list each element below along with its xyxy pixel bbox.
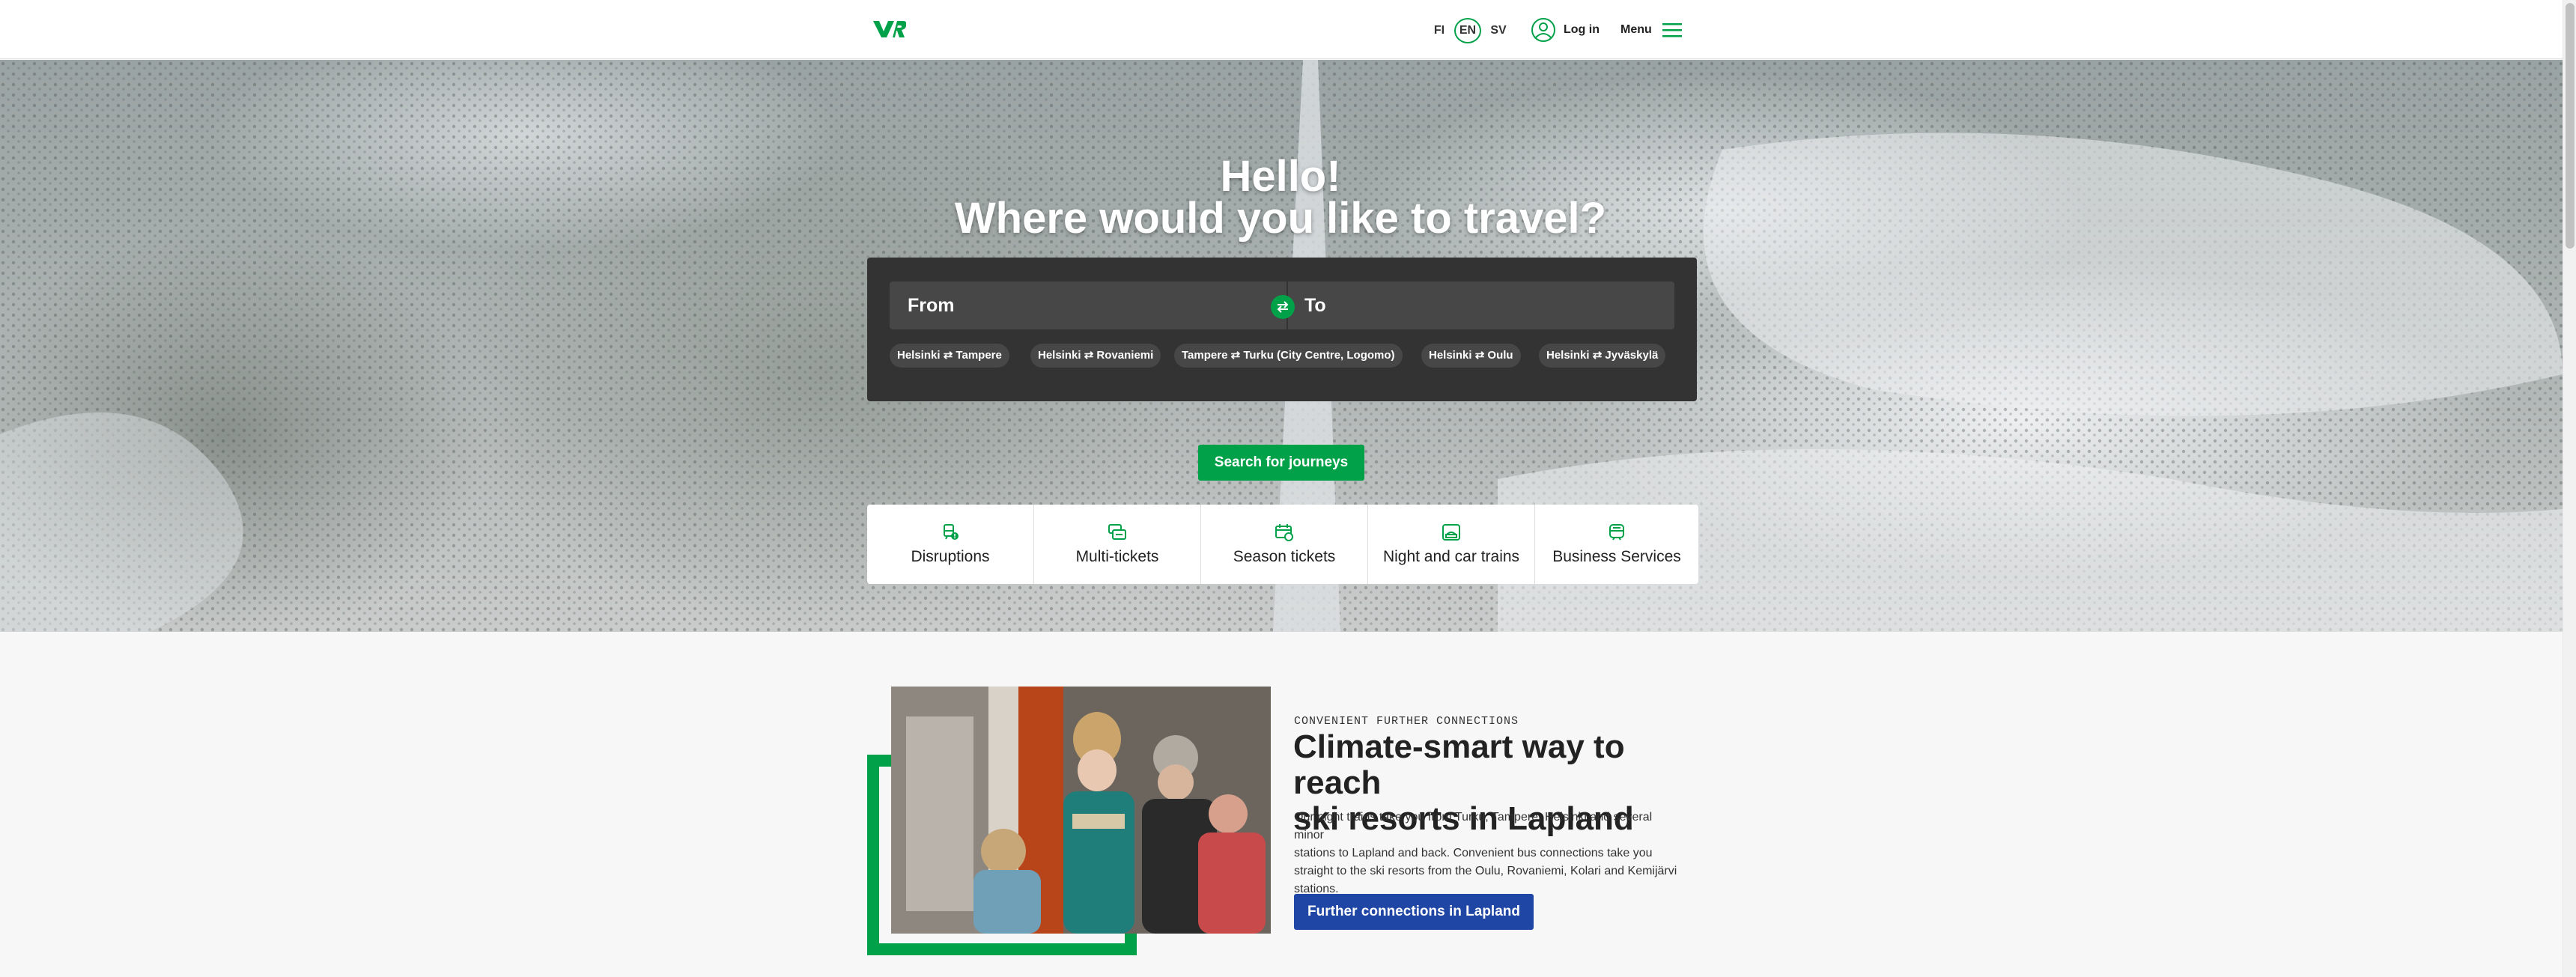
feature-section (0, 632, 2563, 977)
feature-eyebrow: CONVENIENT FURTHER CONNECTIONS (1294, 715, 1519, 728)
page-scrollbar[interactable] (2563, 0, 2576, 977)
language-sv[interactable]: SV (1489, 18, 1508, 43)
menu-button[interactable]: Menu (1620, 16, 1682, 43)
quick-link-business-services[interactable]: Business Services (1535, 505, 1698, 584)
quick-link-label: Season tickets (1233, 548, 1336, 565)
login-label: Log in (1564, 23, 1600, 36)
feature-body-line: Our night trains take you from Turku, Ta… (1294, 811, 1653, 841)
user-icon (1531, 18, 1555, 42)
multi-ticket-icon (1108, 524, 1126, 540)
route-chip[interactable]: Helsinki ⇄ Rovaniemi (1030, 344, 1161, 368)
vr-logo[interactable] (873, 19, 906, 39)
quick-link-disruptions[interactable]: Disruptions (867, 505, 1033, 584)
quick-link-season-tickets[interactable]: Season tickets (1201, 505, 1367, 584)
quick-link-night-car-trains[interactable]: Night and car trains (1368, 505, 1534, 584)
hamburger-icon (1662, 23, 1682, 37)
feature-body-line: straight to the ski resorts from the Oul… (1294, 865, 1677, 877)
business-train-icon (1609, 524, 1624, 541)
swap-stations-button[interactable] (1271, 295, 1295, 319)
menu-label: Menu (1620, 23, 1652, 36)
journey-search-panel: From To Helsinki ⇄ Tampere Helsinki ⇄ Ro… (867, 258, 1697, 401)
quick-link-label: Business Services (1552, 548, 1681, 565)
feature-body: Our night trains take you from Turku, Ta… (1294, 809, 1683, 898)
quick-link-label: Multi-tickets (1075, 548, 1159, 565)
night-train-icon (1442, 524, 1460, 541)
from-station-input[interactable]: From (890, 281, 1287, 329)
route-chip[interactable]: Helsinki ⇄ Tampere (890, 344, 1009, 368)
route-chip[interactable]: Helsinki ⇄ Oulu (1421, 344, 1521, 368)
site-header: FI EN SV Log in Menu (0, 0, 2563, 59)
scrollbar-thumb[interactable] (2566, 3, 2575, 249)
route-chip[interactable]: Tampere ⇄ Turku (City Centre, Logomo) (1174, 344, 1403, 368)
quick-link-label: Disruptions (911, 548, 990, 565)
language-fi[interactable]: FI (1432, 18, 1447, 43)
feature-body-line: stations to Lapland and back. Convenient… (1294, 847, 1653, 859)
language-en[interactable]: EN (1454, 18, 1481, 43)
disruption-train-icon (944, 524, 959, 540)
family-on-train-image (891, 687, 1271, 934)
feature-headline-line: Climate-smart way to reach (1293, 728, 1625, 801)
lapland-connections-button[interactable]: Further connections in Lapland (1294, 894, 1534, 930)
search-journeys-button[interactable]: Search for journeys (1198, 445, 1364, 481)
feature-photo (891, 687, 1271, 934)
route-chip[interactable]: Helsinki ⇄ Jyväskylä (1539, 344, 1666, 368)
swap-arrows-icon (1277, 301, 1289, 313)
login-button[interactable]: Log in (1531, 16, 1600, 43)
season-ticket-icon (1275, 524, 1293, 541)
hero-question: Where would you like to travel? (954, 194, 1607, 243)
quick-link-label: Night and car trains (1382, 548, 1520, 565)
to-station-input[interactable]: To (1288, 281, 1674, 329)
quick-link-multi-tickets[interactable]: Multi-tickets (1034, 505, 1200, 584)
